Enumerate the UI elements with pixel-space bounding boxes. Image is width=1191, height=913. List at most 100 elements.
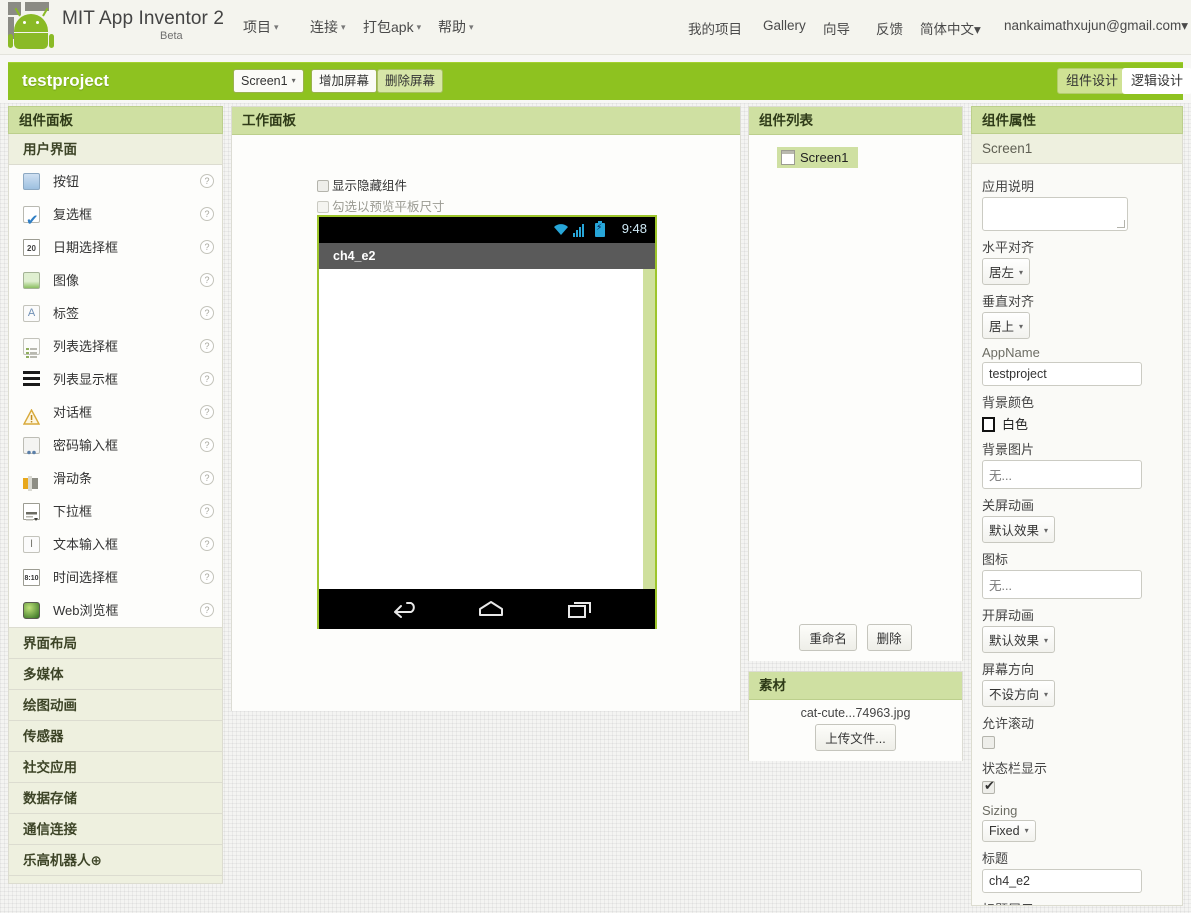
nav-gallery[interactable]: Gallery bbox=[763, 18, 806, 33]
palette-item-passwordtextbox[interactable]: 密码输入框 ? bbox=[9, 429, 222, 462]
palette-item-label: 复选框 bbox=[53, 207, 92, 222]
property-label-align-vertical: 垂直对齐 bbox=[982, 291, 1182, 310]
sizing-value: Fixed bbox=[989, 824, 1020, 838]
menu-connect[interactable]: 连接▾ bbox=[310, 17, 346, 37]
language-label: 简体中文 bbox=[920, 22, 974, 37]
component-tree-item-screen1[interactable]: Screen1 bbox=[777, 147, 858, 168]
show-statusbar-checkbox[interactable] bbox=[982, 781, 995, 794]
nav-my-projects[interactable]: 我的项目 bbox=[688, 18, 742, 38]
title-input[interactable]: ch4_e2 bbox=[982, 869, 1142, 893]
phone-scrollbar[interactable] bbox=[643, 269, 655, 589]
add-screen-button[interactable]: 增加屏幕 bbox=[311, 69, 377, 93]
account-menu[interactable]: nankaimathxujun@gmail.com▾ bbox=[1004, 18, 1188, 34]
help-icon[interactable]: ? bbox=[200, 603, 214, 617]
palette-category-connectivity[interactable]: 通信连接 bbox=[8, 814, 223, 845]
screen-selector[interactable]: Screen1▾ bbox=[233, 69, 304, 93]
help-icon[interactable]: ? bbox=[200, 405, 214, 419]
wifi-icon bbox=[553, 223, 569, 237]
background-color-picker[interactable]: 白色 bbox=[982, 414, 1182, 433]
upload-file-button[interactable]: 上传文件... bbox=[815, 724, 895, 751]
close-animation-select[interactable]: 默认效果 ▾ bbox=[982, 516, 1055, 543]
scrollable-checkbox[interactable] bbox=[982, 736, 995, 749]
background-image-input[interactable]: 无... bbox=[982, 460, 1142, 489]
palette-category-storage[interactable]: 数据存储 bbox=[8, 783, 223, 814]
phone-form-canvas[interactable] bbox=[319, 269, 655, 589]
palette-category-lego-mindstorms[interactable]: 乐高机器人⊕ bbox=[8, 845, 223, 876]
app-name-input[interactable]: testproject bbox=[982, 362, 1142, 386]
palette-category-user-interface[interactable]: 用户界面 bbox=[8, 134, 223, 165]
palette-category-layout[interactable]: 界面布局 bbox=[8, 628, 223, 659]
help-icon[interactable]: ? bbox=[200, 504, 214, 518]
palette-item-label[interactable]: A 标签 ? bbox=[9, 297, 222, 330]
open-animation-select[interactable]: 默认效果▾ bbox=[982, 626, 1055, 653]
palette-item-listpicker[interactable]: 列表选择框 ? bbox=[9, 330, 222, 363]
help-icon[interactable]: ? bbox=[200, 306, 214, 320]
nav-feedback[interactable]: 反馈 bbox=[876, 18, 903, 38]
delete-component-button[interactable]: 删除 bbox=[867, 624, 912, 651]
close-animation-value: 默认效果 bbox=[989, 524, 1039, 538]
palette-item-button[interactable]: 按钮 ? bbox=[9, 165, 222, 198]
nav-guide[interactable]: 向导 bbox=[823, 18, 850, 38]
help-icon[interactable]: ? bbox=[200, 537, 214, 551]
palette-item-slider[interactable]: 滑动条 ? bbox=[9, 462, 222, 495]
palette-category-drawing-animation[interactable]: 绘图动画 bbox=[8, 690, 223, 721]
palette-item-label: 对话框 bbox=[53, 405, 92, 420]
palette-item-label: 标签 bbox=[53, 306, 79, 321]
icon-input[interactable]: 无... bbox=[982, 570, 1142, 599]
phone-preview[interactable]: 9:48 ch4_e2 bbox=[317, 215, 657, 629]
menu-project[interactable]: 项目▾ bbox=[243, 17, 279, 37]
remove-screen-button[interactable]: 删除屏幕 bbox=[377, 69, 443, 93]
palette-item-spinner[interactable]: 下拉框 ? bbox=[9, 495, 222, 528]
palette-category-sensors[interactable]: 传感器 bbox=[8, 721, 223, 752]
home-icon[interactable] bbox=[476, 599, 506, 622]
palette-item-notifier[interactable]: 对话框 ? bbox=[9, 396, 222, 429]
help-icon[interactable]: ? bbox=[200, 471, 214, 485]
palette-item-image[interactable]: 图像 ? bbox=[9, 264, 222, 297]
palette-item-datepicker[interactable]: 20 日期选择框 ? bbox=[9, 231, 222, 264]
palette-item-timepicker[interactable]: 8:10 时间选择框 ? bbox=[9, 561, 222, 594]
palette-item-label: 密码输入框 bbox=[53, 438, 118, 453]
help-icon[interactable]: ? bbox=[200, 174, 214, 188]
language-selector[interactable]: 简体中文▾ bbox=[920, 18, 981, 38]
chevron-down-icon: ▾ bbox=[1044, 526, 1048, 535]
media-body: cat-cute...74963.jpg 上传文件... bbox=[749, 700, 962, 761]
help-icon[interactable]: ? bbox=[200, 240, 214, 254]
palette-category-social[interactable]: 社交应用 bbox=[8, 752, 223, 783]
media-panel: 素材 cat-cute...74963.jpg 上传文件... bbox=[748, 671, 963, 761]
palette-item-textbox[interactable]: I 文本输入框 ? bbox=[9, 528, 222, 561]
menu-help-label: 帮助 bbox=[438, 19, 466, 35]
rename-component-button[interactable]: 重命名 bbox=[799, 624, 857, 651]
help-icon[interactable]: ? bbox=[200, 207, 214, 221]
tab-designer[interactable]: 组件设计 bbox=[1057, 68, 1127, 94]
palette-category-media[interactable]: 多媒体 bbox=[8, 659, 223, 690]
help-icon[interactable]: ? bbox=[200, 438, 214, 452]
property-label-show-statusbar: 状态栏显示 bbox=[982, 758, 1182, 777]
component-tree-item-label: Screen1 bbox=[800, 150, 848, 165]
recents-icon[interactable] bbox=[567, 599, 595, 622]
textbox-icon: I bbox=[23, 536, 40, 553]
palette-item-webviewer[interactable]: Web浏览框 ? bbox=[9, 594, 222, 627]
media-file-item[interactable]: cat-cute...74963.jpg bbox=[749, 706, 962, 720]
palette-item-listview[interactable]: 列表显示框 ? bbox=[9, 363, 222, 396]
sizing-select[interactable]: Fixed▾ bbox=[982, 820, 1036, 842]
tab-blocks[interactable]: 逻辑设计 bbox=[1122, 68, 1191, 94]
help-icon[interactable]: ? bbox=[200, 372, 214, 386]
property-label-close-animation: 关屏动画 bbox=[982, 495, 1182, 514]
tablet-preview-checkbox[interactable]: 勾选以预览平板尺寸 bbox=[317, 196, 445, 215]
screen-orientation-select[interactable]: 不设方向▾ bbox=[982, 680, 1055, 707]
menu-help[interactable]: 帮助▾ bbox=[438, 17, 474, 37]
back-icon[interactable] bbox=[391, 599, 419, 622]
palette-item-checkbox[interactable]: 复选框 ? bbox=[9, 198, 222, 231]
brand-title: MIT App Inventor 2 bbox=[62, 8, 224, 30]
show-hidden-components-checkbox[interactable]: 显示隐藏组件 bbox=[317, 175, 407, 194]
palette-category-next[interactable] bbox=[8, 876, 223, 884]
help-icon[interactable]: ? bbox=[200, 570, 214, 584]
align-vertical-select[interactable]: 居上▾ bbox=[982, 312, 1030, 339]
help-icon[interactable]: ? bbox=[200, 339, 214, 353]
chevron-down-icon: ▾ bbox=[274, 22, 279, 32]
help-icon[interactable]: ? bbox=[200, 273, 214, 287]
properties-panel: 组件属性 Screen1 应用说明 水平对齐 居左▾ 垂直对齐 居上▾ AppN… bbox=[971, 106, 1183, 906]
align-horizontal-select[interactable]: 居左▾ bbox=[982, 258, 1030, 285]
menu-build-apk[interactable]: 打包apk▾ bbox=[363, 17, 421, 37]
about-screen-textarea[interactable] bbox=[982, 197, 1128, 231]
